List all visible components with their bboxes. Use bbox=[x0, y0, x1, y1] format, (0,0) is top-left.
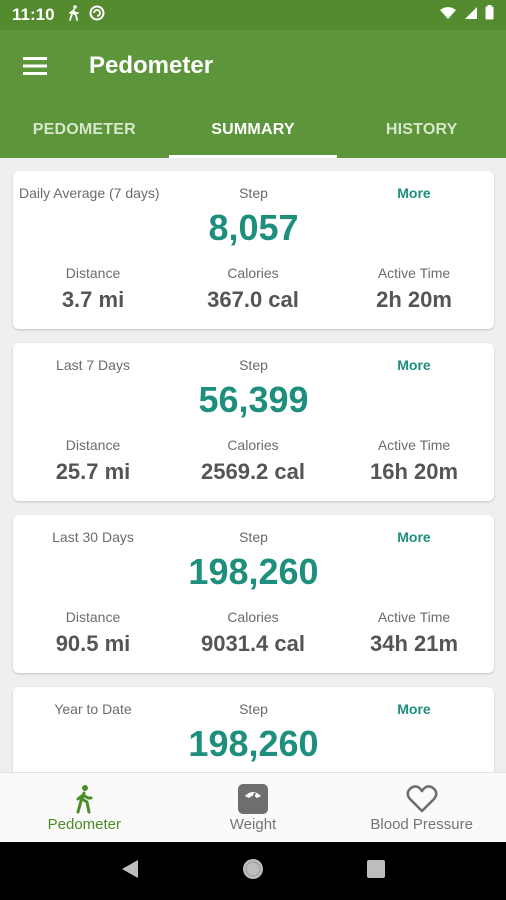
more-link[interactable]: More bbox=[334, 529, 494, 545]
menu-icon[interactable] bbox=[0, 30, 70, 102]
step-count: 198,260 bbox=[188, 551, 319, 592]
summary-card-daily-average: Daily Average (7 days) Step More 8,057 D… bbox=[13, 171, 494, 329]
tab-pedometer[interactable]: PEDOMETER bbox=[0, 102, 169, 158]
sync-icon bbox=[89, 5, 105, 26]
status-bar: 11:10 bbox=[0, 0, 506, 30]
distance-value: 90.5 mi bbox=[55, 631, 131, 656]
signal-icon bbox=[464, 6, 478, 25]
distance-label: Distance bbox=[65, 265, 121, 281]
walking-icon bbox=[73, 782, 95, 816]
more-link[interactable]: More bbox=[334, 185, 494, 201]
active-time-value: 2h 20m bbox=[376, 287, 452, 312]
distance-stat: Distance 25.7 mi bbox=[13, 437, 173, 485]
nav-label: Pedometer bbox=[47, 816, 122, 833]
active-time-label: Active Time bbox=[377, 609, 451, 625]
status-time: 11:10 bbox=[12, 5, 55, 24]
tab-summary[interactable]: SUMMARY bbox=[168, 102, 338, 158]
calories-stat: Calories 2569.2 cal bbox=[173, 437, 333, 485]
step-count: 198,260 bbox=[188, 723, 319, 764]
nav-item-weight[interactable]: Weight bbox=[169, 773, 338, 842]
active-time-stat: Active Time 34h 21m bbox=[334, 609, 494, 657]
active-time-label: Active Time bbox=[377, 437, 451, 453]
step-label: Step bbox=[239, 185, 268, 201]
period-label: Last 7 Days bbox=[56, 357, 130, 373]
back-icon[interactable] bbox=[121, 859, 139, 884]
app-bar: Pedometer bbox=[0, 30, 506, 102]
distance-label: Distance bbox=[65, 609, 121, 625]
period-label: Daily Average (7 days) bbox=[19, 185, 160, 201]
recents-icon[interactable] bbox=[366, 859, 385, 883]
heart-icon bbox=[406, 782, 438, 816]
active-time-value: 34h 21m bbox=[369, 631, 459, 656]
more-link[interactable]: More bbox=[334, 701, 494, 717]
active-time-stat: Active Time 16h 20m bbox=[334, 437, 494, 485]
calories-value: 9031.4 cal bbox=[201, 631, 305, 656]
step-label: Step bbox=[239, 357, 268, 373]
scale-icon bbox=[238, 782, 268, 816]
distance-stat: Distance 3.7 mi bbox=[13, 265, 173, 313]
summary-card-last-7-days: Last 7 Days Step More 56,399 Distance 25… bbox=[13, 343, 494, 501]
calories-stat: Calories 9031.4 cal bbox=[173, 609, 333, 657]
walking-icon bbox=[67, 4, 81, 26]
system-navigation-bar bbox=[0, 842, 506, 900]
summary-card-year-to-date: Year to Date Step More 198,260 bbox=[13, 687, 494, 772]
nav-item-pedometer[interactable]: Pedometer bbox=[0, 773, 169, 842]
period-label: Last 30 Days bbox=[52, 529, 134, 545]
wifi-icon bbox=[439, 6, 457, 25]
calories-value: 367.0 cal bbox=[207, 287, 299, 312]
summary-list[interactable]: Daily Average (7 days) Step More 8,057 D… bbox=[0, 158, 506, 772]
app-title: Pedometer bbox=[89, 52, 214, 79]
distance-label: Distance bbox=[65, 437, 121, 453]
calories-value: 2569.2 cal bbox=[201, 459, 305, 484]
distance-value: 25.7 mi bbox=[55, 459, 131, 484]
tab-history[interactable]: HISTORY bbox=[337, 102, 506, 158]
step-label: Step bbox=[239, 701, 268, 717]
step-label: Step bbox=[239, 529, 268, 545]
tab-bar: PEDOMETER SUMMARY HISTORY bbox=[0, 102, 506, 158]
step-count: 8,057 bbox=[208, 207, 299, 248]
calories-label: Calories bbox=[227, 437, 279, 453]
home-icon[interactable] bbox=[242, 858, 264, 885]
calories-label: Calories bbox=[227, 265, 279, 281]
step-count: 56,399 bbox=[198, 379, 309, 420]
active-time-value: 16h 20m bbox=[369, 459, 459, 484]
calories-stat: Calories 367.0 cal bbox=[173, 265, 333, 313]
nav-label: Weight bbox=[229, 816, 277, 833]
period-label: Year to Date bbox=[54, 701, 132, 717]
active-time-stat: Active Time 2h 20m bbox=[334, 265, 494, 313]
summary-card-last-30-days: Last 30 Days Step More 198,260 Distance … bbox=[13, 515, 494, 673]
battery-icon bbox=[485, 5, 494, 25]
nav-item-blood-pressure[interactable]: Blood Pressure bbox=[337, 773, 506, 842]
distance-value: 3.7 mi bbox=[61, 287, 125, 312]
bottom-navigation: Pedometer Weight Blood Pressure bbox=[0, 772, 506, 842]
nav-label: Blood Pressure bbox=[370, 816, 473, 833]
active-time-label: Active Time bbox=[377, 265, 451, 281]
calories-label: Calories bbox=[227, 609, 279, 625]
more-link[interactable]: More bbox=[334, 357, 494, 373]
distance-stat: Distance 90.5 mi bbox=[13, 609, 173, 657]
